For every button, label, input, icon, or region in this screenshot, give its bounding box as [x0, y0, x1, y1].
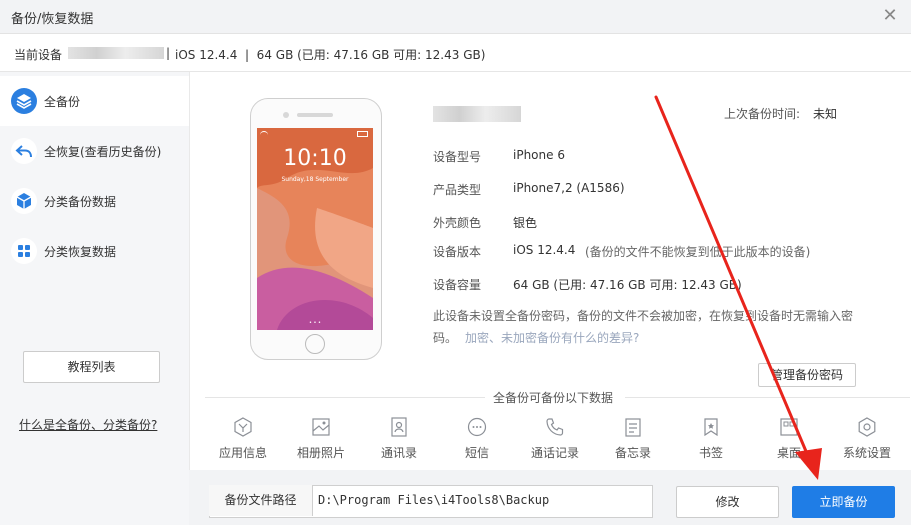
- sidebar-item-label: 分类备份数据: [44, 195, 117, 209]
- category-label: 短信: [464, 446, 489, 460]
- info-label-capacity: 设备容量: [433, 278, 482, 292]
- tutorial-list-button[interactable]: 教程列表: [23, 351, 160, 383]
- battery-icon: [357, 131, 368, 137]
- sidebar-item-label: 分类恢复数据: [44, 245, 117, 259]
- layers-icon: [11, 88, 37, 114]
- phone-speaker: [297, 113, 333, 117]
- device-name-redacted: [68, 47, 164, 59]
- settings-icon: [858, 417, 876, 437]
- category-system-settings: 系统设置: [832, 416, 902, 461]
- last-backup-label: 上次备份时间:: [724, 107, 801, 121]
- device-bar: 当前设备 | iOS 12.4.4 | 64 GB (已用: 47.16 GB …: [0, 34, 911, 72]
- divider-left: [205, 397, 485, 398]
- grid-icon: [11, 238, 37, 264]
- undo-icon: [11, 138, 37, 164]
- category-label: 应用信息: [218, 446, 267, 460]
- category-photos: 相册照片: [286, 416, 356, 461]
- window-title: 备份/恢复数据: [11, 12, 94, 27]
- backup-scope-title: 全备份可备份以下数据: [493, 391, 614, 405]
- divider-right: [625, 397, 910, 398]
- title-bar: [0, 0, 911, 34]
- lock-screen-date: Sunday,18 September: [281, 176, 349, 183]
- encryption-difference-link[interactable]: 加密、未加密备份有什么的差异?: [465, 331, 639, 345]
- home-button: [305, 334, 325, 354]
- backup-path-value[interactable]: D:\Program Files\i4Tools8\Backup: [318, 493, 549, 507]
- info-label-product-type: 产品类型: [433, 183, 482, 197]
- sidebar-item-label: 全备份: [44, 95, 81, 109]
- cube-icon: [11, 188, 37, 214]
- info-value-capacity: 64 GB (已用: 47.16 GB 可用: 12.43 GB): [513, 278, 742, 292]
- sidebar-item-label: 全恢复(查看历史备份): [44, 145, 162, 159]
- modify-path-button[interactable]: 修改: [676, 486, 779, 518]
- sidebar-item-full-backup[interactable]: 全备份: [0, 76, 189, 126]
- backup-now-button[interactable]: 立即备份: [792, 486, 895, 518]
- app-icon: [234, 417, 252, 437]
- info-value-product-type: iPhone7,2 (A1586): [513, 181, 625, 195]
- notes-icon: [625, 418, 641, 437]
- category-call-log: 通话记录: [520, 416, 590, 461]
- info-version-note: (备份的文件不能恢复到低于此版本的设备): [585, 245, 811, 259]
- category-label: 书签: [698, 446, 723, 460]
- info-value-model: iPhone 6: [513, 148, 565, 162]
- photo-icon: [312, 418, 330, 436]
- bookmark-icon: [704, 418, 718, 437]
- manage-password-button[interactable]: 管理备份密码: [758, 363, 856, 387]
- info-value-version: iOS 12.4.4: [513, 243, 576, 257]
- category-label: 桌面: [776, 446, 801, 460]
- device-name-redacted: [433, 106, 521, 122]
- category-app-info: 应用信息: [208, 416, 278, 461]
- phone-icon: [546, 418, 564, 436]
- sidebar-item-category-restore[interactable]: 分类恢复数据: [0, 226, 189, 276]
- message-icon: [467, 417, 487, 437]
- info-value-color: 银色: [513, 216, 538, 230]
- category-notes: 备忘录: [598, 416, 668, 461]
- status-bar-icons: [260, 131, 370, 137]
- page-dots: • • •: [308, 320, 322, 326]
- device-label: 当前设备: [14, 48, 63, 62]
- category-label: 备忘录: [614, 446, 651, 460]
- category-label: 系统设置: [842, 446, 891, 460]
- close-icon[interactable]: ✕: [879, 5, 901, 27]
- device-summary: iOS 12.4.4 | 64 GB (已用: 47.16 GB 可用: 12.…: [175, 48, 486, 62]
- category-label: 相册照片: [296, 446, 345, 460]
- category-desktop: 桌面: [754, 416, 824, 461]
- sidebar-item-full-restore[interactable]: 全恢复(查看历史备份): [0, 126, 189, 176]
- lock-screen-time: 10:10: [283, 146, 347, 171]
- sidebar: 全备份 全恢复(查看历史备份) 分类备份数据 分类恢复数据: [0, 72, 190, 525]
- category-messages: 短信: [442, 416, 512, 461]
- phone-camera: [283, 112, 289, 118]
- info-label-model: 设备型号: [433, 150, 482, 164]
- category-contacts: 通讯录: [364, 416, 434, 461]
- contacts-icon: [391, 417, 407, 437]
- backup-faq-link[interactable]: 什么是全备份、分类备份?: [19, 416, 157, 433]
- desktop-icon: [780, 418, 798, 436]
- last-backup-value: 未知: [813, 107, 838, 121]
- password-note: 此设备未设置全备份密码，备份的文件不会被加密，在恢复到设备时无需输入密码。 加密、…: [433, 305, 863, 349]
- backup-path-label: 备份文件路径: [209, 485, 313, 516]
- sidebar-item-category-backup[interactable]: 分类备份数据: [0, 176, 189, 226]
- device-separator: |: [166, 46, 171, 60]
- category-bookmarks: 书签: [676, 416, 746, 461]
- info-label-color: 外壳颜色: [433, 216, 482, 230]
- category-label: 通讯录: [380, 446, 417, 460]
- info-label-version: 设备版本: [433, 245, 482, 259]
- wifi-icon: [260, 131, 268, 136]
- category-label: 通话记录: [530, 446, 579, 460]
